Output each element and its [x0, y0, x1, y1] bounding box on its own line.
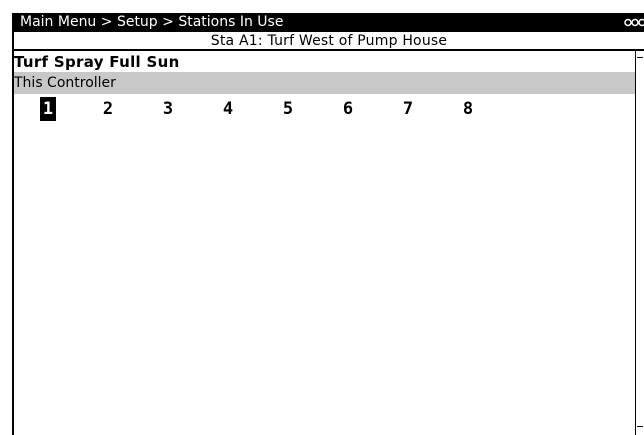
station-6[interactable]: 6 [338, 97, 358, 121]
station-2[interactable]: 2 [98, 97, 118, 121]
scroll-up-indicator [637, 57, 643, 64]
station-8[interactable]: 8 [458, 97, 478, 121]
program-name: Turf Spray Full Sun [14, 53, 180, 71]
scrollbar[interactable] [635, 51, 644, 435]
station-4[interactable]: 4 [218, 97, 238, 121]
screen-frame: Main Menu > Setup > Stations In Use Sta … [12, 13, 644, 435]
breadcrumb-text[interactable]: Main Menu > Setup > Stations In Use [20, 13, 283, 32]
station-1[interactable]: 1 [40, 97, 56, 121]
breadcrumb: Main Menu > Setup > Stations In Use [14, 13, 644, 32]
more-icon[interactable] [622, 13, 644, 32]
station-3[interactable]: 3 [158, 97, 178, 121]
controller-row[interactable]: This Controller [14, 72, 638, 94]
station-title: Sta A1: Turf West of Pump House [14, 32, 644, 51]
scroll-down-indicator [637, 420, 643, 427]
station-7[interactable]: 7 [398, 97, 418, 121]
station-5[interactable]: 5 [278, 97, 298, 121]
